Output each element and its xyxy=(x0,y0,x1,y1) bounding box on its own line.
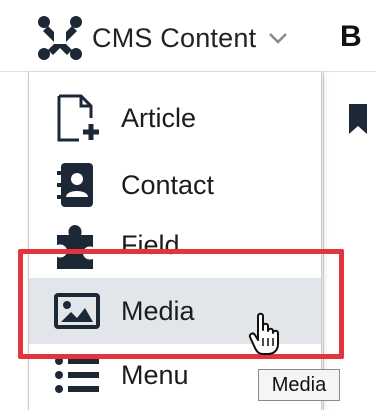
chevron-down-icon xyxy=(269,33,288,44)
file-plus-icon xyxy=(57,94,99,142)
joomla-logo-icon xyxy=(38,16,82,60)
top-toolbar: CMS Content B xyxy=(0,0,376,72)
hand-pointer-icon xyxy=(248,312,279,355)
image-icon xyxy=(54,293,100,329)
list-icon xyxy=(55,357,99,393)
cms-content-dropdown: Article Contact Field Media Menu xyxy=(28,72,322,410)
next-menu-label[interactable]: B xyxy=(340,20,362,54)
puzzle-piece-icon xyxy=(57,225,93,269)
menu-item-label: Menu xyxy=(121,359,189,390)
media-tooltip: Media xyxy=(258,369,340,401)
menu-item-label: Field xyxy=(121,229,180,260)
cms-content-label: CMS Content xyxy=(92,22,257,53)
address-book-icon xyxy=(57,163,93,207)
menu-item-label: Article xyxy=(121,102,197,133)
bookmark-icon xyxy=(349,104,367,134)
cms-content-menu-toggle[interactable]: CMS Content xyxy=(36,12,312,64)
menu-item-field[interactable]: Field xyxy=(29,212,321,278)
menu-item-article[interactable]: Article xyxy=(29,85,321,151)
column-divider xyxy=(323,72,324,410)
menu-item-label: Media xyxy=(121,295,195,326)
menu-item-label: Contact xyxy=(121,169,215,200)
menu-item-contact[interactable]: Contact xyxy=(29,152,321,218)
